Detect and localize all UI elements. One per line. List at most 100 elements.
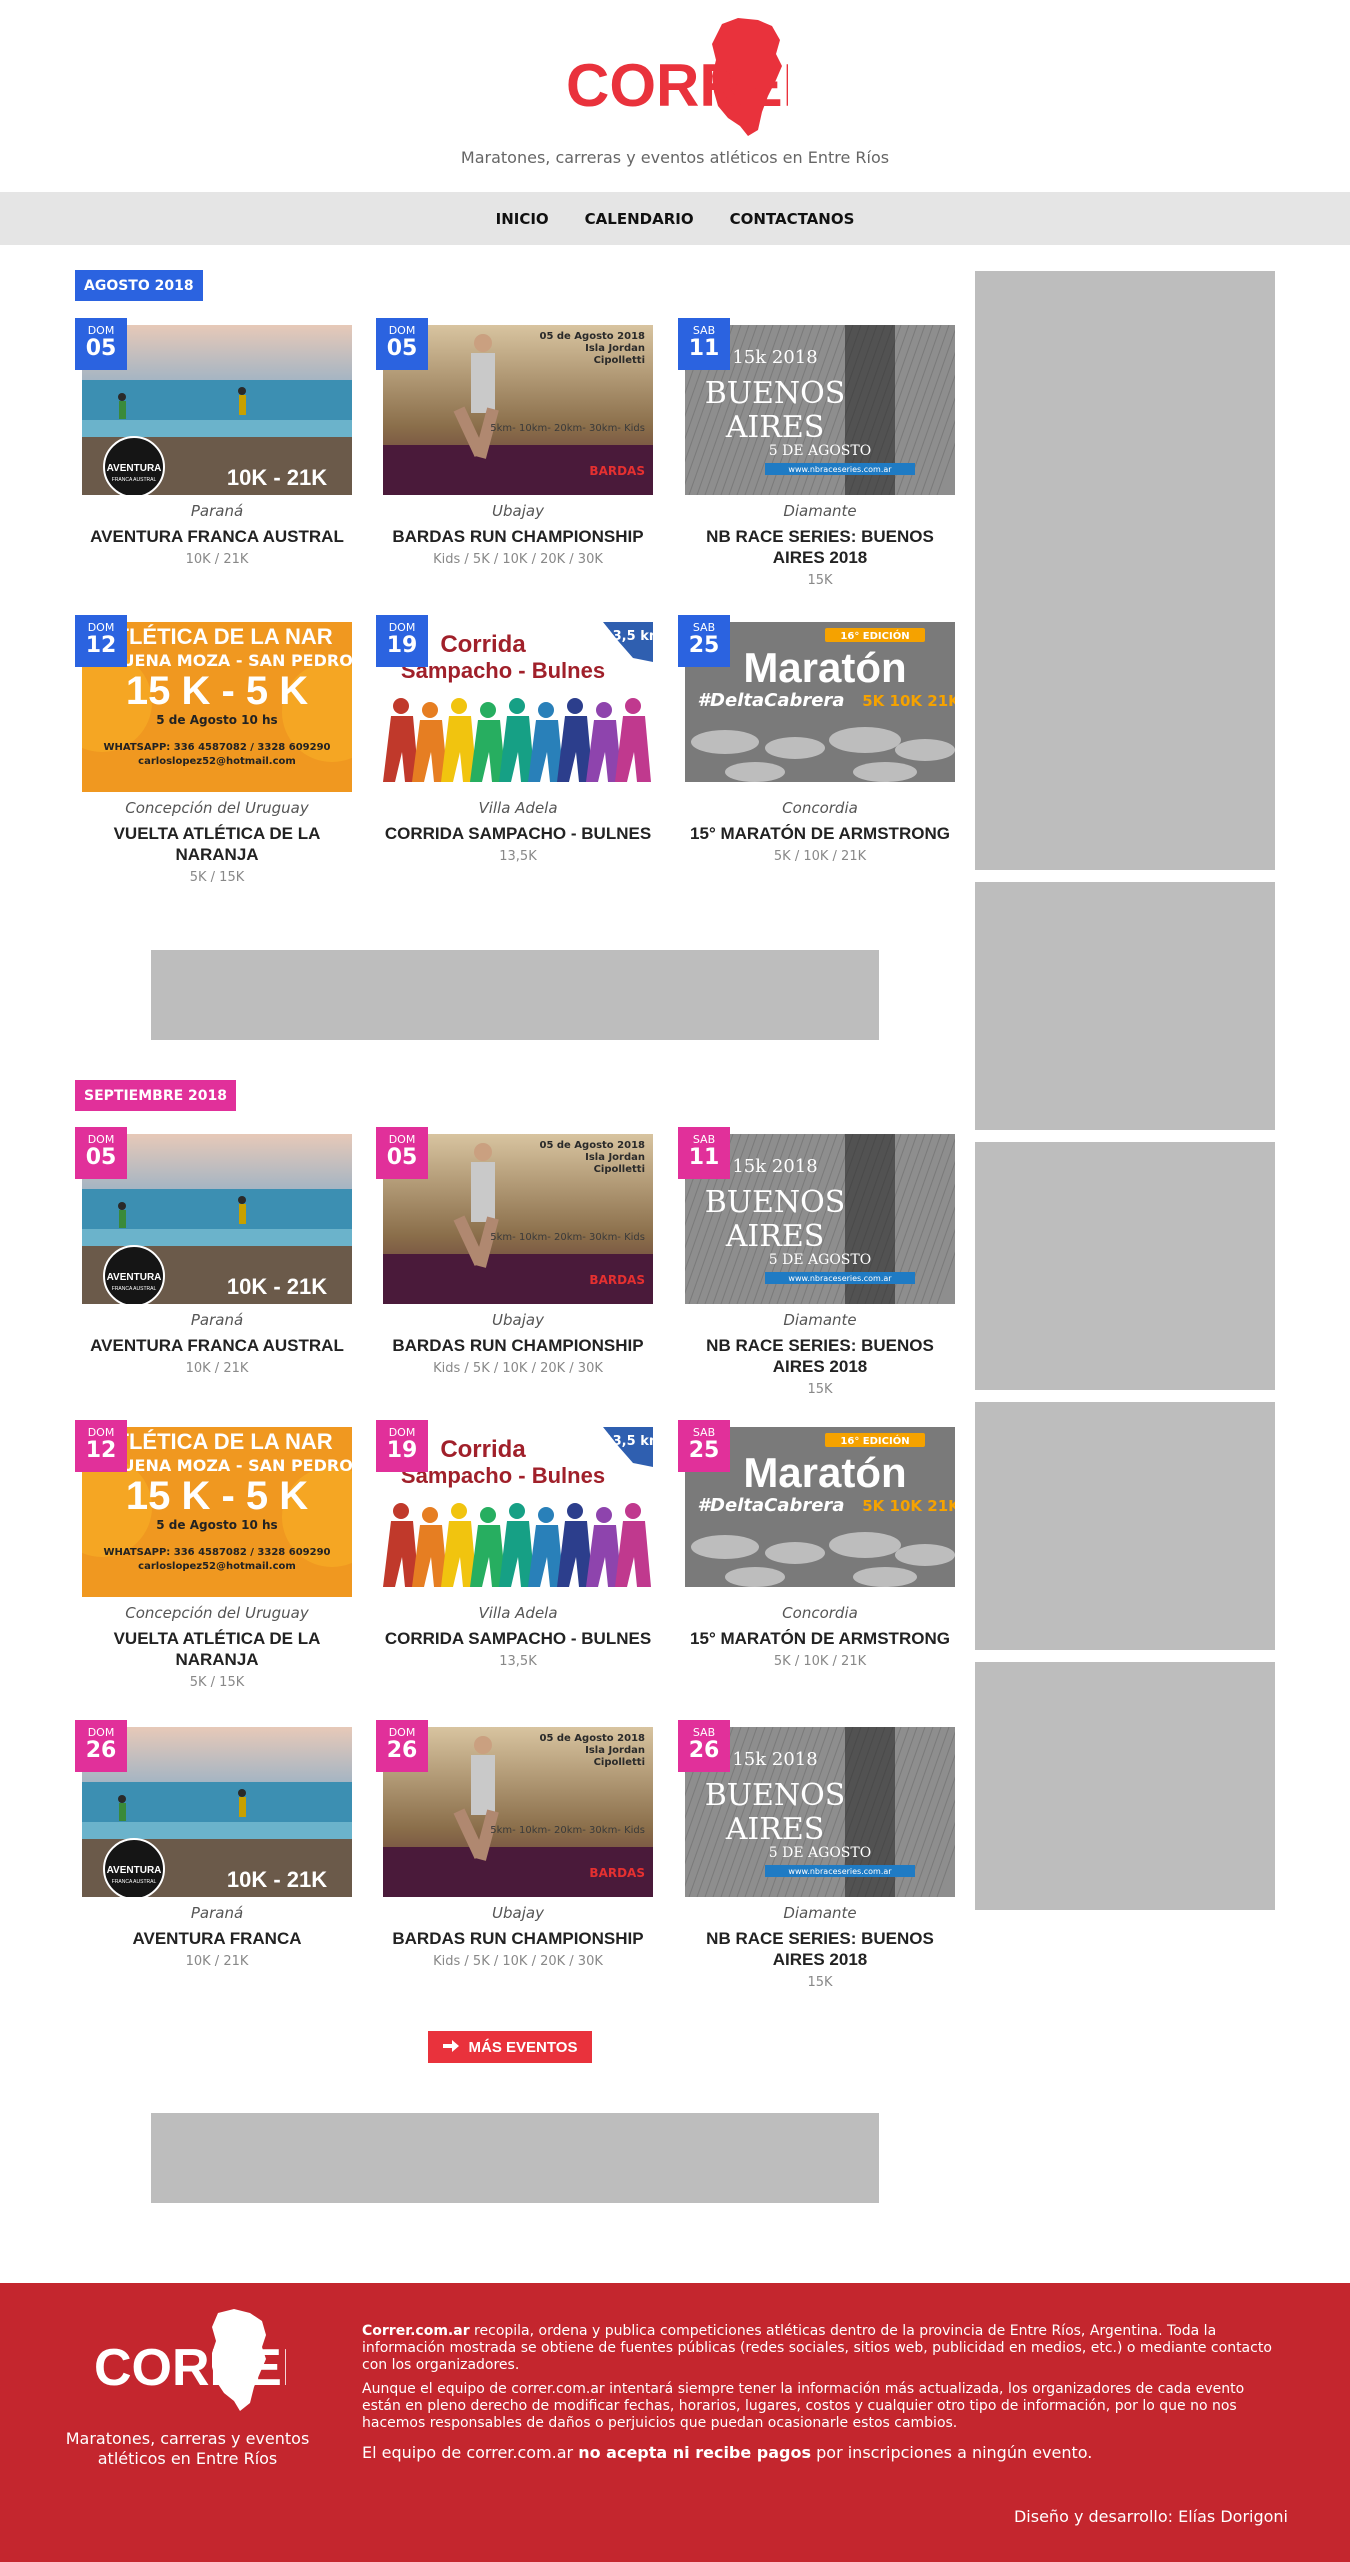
event-title[interactable]: VUELTA ATLÉTICA DE LA NARANJA bbox=[82, 1628, 352, 1670]
ad-sidebar-5[interactable] bbox=[975, 1662, 1275, 1910]
date-badge: SAB 11 bbox=[678, 1127, 730, 1179]
svg-text:Corrida: Corrida bbox=[440, 1436, 526, 1463]
event-title[interactable]: BARDAS RUN CHAMPIONSHIP bbox=[383, 1335, 653, 1356]
event-title[interactable]: BARDAS RUN CHAMPIONSHIP bbox=[383, 1928, 653, 1949]
event-title[interactable]: 15° MARATÓN DE ARMSTRONG bbox=[685, 1628, 955, 1649]
event-title[interactable]: CORRIDA SAMPACHO - BULNES bbox=[383, 823, 653, 844]
svg-text:15k 2018: 15k 2018 bbox=[732, 1749, 817, 1770]
footer-tagline: Maratones, carreras y eventos atléticos … bbox=[65, 2429, 310, 2468]
event-location: Diamante bbox=[783, 502, 857, 520]
day-number: 05 bbox=[85, 1145, 117, 1170]
date-badge: DOM 26 bbox=[376, 1720, 428, 1772]
svg-text:5 DE AGOSTO: 5 DE AGOSTO bbox=[769, 1252, 871, 1268]
event-distances: 15K bbox=[807, 1975, 833, 1990]
svg-text:AIRES: AIRES bbox=[725, 1812, 825, 1847]
footer-logo[interactable]: CORRER bbox=[90, 2307, 286, 2413]
event-title[interactable]: VUELTA ATLÉTICA DE LA NARANJA bbox=[82, 823, 352, 865]
svg-text:16° EDICIÓN: 16° EDICIÓN bbox=[840, 629, 909, 642]
svg-text:BUENOS: BUENOS bbox=[705, 1778, 846, 1813]
svg-text:15 K - 5 K: 15 K - 5 K bbox=[126, 669, 308, 713]
day-number: 11 bbox=[688, 336, 720, 361]
event-location: Ubajay bbox=[492, 1311, 544, 1329]
svg-text:ATLÉTICA DE LA NAR: ATLÉTICA DE LA NAR bbox=[101, 624, 332, 649]
event-distances: 15K bbox=[807, 1382, 833, 1397]
event-distances: 13,5K bbox=[499, 849, 537, 864]
event-distances: 5K / 15K bbox=[189, 1675, 245, 1690]
svg-text:AVENTURA: AVENTURA bbox=[107, 463, 162, 474]
site-header: CORRER Maratones, carreras y eventos atl… bbox=[0, 0, 1350, 192]
ad-sidebar-4[interactable] bbox=[975, 1402, 1275, 1650]
svg-text:carloslopez52@hotmail.com: carloslopez52@hotmail.com bbox=[138, 756, 296, 767]
svg-text:BUENOS: BUENOS bbox=[705, 376, 846, 411]
event-title[interactable]: BARDAS RUN CHAMPIONSHIP bbox=[383, 526, 653, 547]
event-title[interactable]: AVENTURA FRANCA AUSTRAL bbox=[82, 526, 352, 547]
event-title[interactable]: 15° MARATÓN DE ARMSTRONG bbox=[685, 823, 955, 844]
nav-inicio[interactable]: INICIO bbox=[494, 210, 551, 228]
date-badge: DOM 05 bbox=[376, 318, 428, 370]
svg-text:05 de Agosto 2018: 05 de Agosto 2018 bbox=[539, 1140, 645, 1151]
svg-text:ATLÉTICA DE LA NAR: ATLÉTICA DE LA NAR bbox=[101, 1429, 332, 1454]
date-badge: DOM 05 bbox=[376, 1127, 428, 1179]
day-number: 26 bbox=[688, 1738, 720, 1763]
more-events-button[interactable]: MÁS EVENTOS bbox=[428, 2031, 592, 2063]
more-events-label: MÁS EVENTOS bbox=[468, 2038, 578, 2056]
svg-text:AVENTURA: AVENTURA bbox=[107, 1272, 162, 1283]
month-header: SEPTIEMBRE 2018 bbox=[75, 1080, 237, 1111]
svg-text:#DeltaCabrera: #DeltaCabrera bbox=[698, 690, 845, 711]
event-distances: 10K / 21K bbox=[185, 552, 249, 567]
day-number: 05 bbox=[386, 336, 418, 361]
nav-calendario[interactable]: CALENDARIO bbox=[583, 210, 696, 228]
event-distances: 5K / 10K / 21K bbox=[773, 849, 867, 864]
svg-text:5K 10K 21K: 5K 10K 21K bbox=[862, 1497, 955, 1515]
day-number: 05 bbox=[386, 1145, 418, 1170]
svg-text:5 DE AGOSTO: 5 DE AGOSTO bbox=[769, 1845, 871, 1861]
ad-sidebar-2[interactable] bbox=[975, 882, 1275, 1130]
svg-text:15 K - 5 K: 15 K - 5 K bbox=[126, 1474, 308, 1518]
event-title[interactable]: AVENTURA FRANCA AUSTRAL bbox=[82, 1335, 352, 1356]
svg-text:CORRER: CORRER bbox=[566, 52, 788, 119]
date-badge: DOM 12 bbox=[75, 1420, 127, 1472]
svg-text:Cipolletti: Cipolletti bbox=[594, 1757, 645, 1768]
event-location: Ubajay bbox=[492, 1904, 544, 1922]
event-title[interactable]: AVENTURA FRANCA bbox=[82, 1928, 352, 1949]
svg-text:www.nbraceseries.com.ar: www.nbraceseries.com.ar bbox=[788, 1867, 892, 1876]
svg-text:16° EDICIÓN: 16° EDICIÓN bbox=[840, 1434, 909, 1447]
event-location: Concordia bbox=[782, 1604, 858, 1622]
ad-banner-2[interactable] bbox=[151, 2113, 879, 2203]
month-header: AGOSTO 2018 bbox=[75, 270, 203, 301]
site-footer: CORRER Maratones, carreras y eventos atl… bbox=[0, 2283, 1350, 2562]
svg-text:BARDAS: BARDAS bbox=[589, 1273, 645, 1287]
event-location: Diamante bbox=[783, 1311, 857, 1329]
footer-payment-note: El equipo de correr.com.ar no acepta ni … bbox=[362, 2443, 1093, 2462]
svg-text:5 DE AGOSTO: 5 DE AGOSTO bbox=[769, 443, 871, 459]
correr-logo[interactable]: CORRER bbox=[562, 14, 788, 138]
date-badge: SAB 25 bbox=[678, 615, 730, 667]
ad-sidebar-3[interactable] bbox=[975, 1142, 1275, 1390]
svg-text:5 de Agosto 10 hs: 5 de Agosto 10 hs bbox=[156, 713, 277, 727]
event-distances: 10K / 21K bbox=[185, 1361, 249, 1376]
event-distances: 5K / 15K bbox=[189, 870, 245, 885]
event-title[interactable]: CORRIDA SAMPACHO - BULNES bbox=[383, 1628, 653, 1649]
event-location: Concepción del Uruguay bbox=[125, 1604, 309, 1622]
event-location: Diamante bbox=[783, 1904, 857, 1922]
svg-text:www.nbraceseries.com.ar: www.nbraceseries.com.ar bbox=[788, 1274, 892, 1283]
event-title[interactable]: NB RACE SERIES: BUENOS AIRES 2018 bbox=[685, 526, 955, 568]
day-number: 25 bbox=[688, 1438, 720, 1463]
svg-text:10K - 21K: 10K - 21K bbox=[227, 1274, 327, 1299]
svg-text:10K - 21K: 10K - 21K bbox=[227, 1867, 327, 1892]
date-badge: DOM 26 bbox=[75, 1720, 127, 1772]
svg-text:5K 10K 21K: 5K 10K 21K bbox=[862, 692, 955, 710]
svg-text:13,5 km: 13,5 km bbox=[604, 629, 653, 644]
date-badge: DOM 05 bbox=[75, 1127, 127, 1179]
ad-banner-1[interactable] bbox=[151, 950, 879, 1040]
nav-contactanos[interactable]: CONTACTANOS bbox=[728, 210, 857, 228]
day-number: 12 bbox=[85, 1438, 117, 1463]
footer-about: Correr.com.ar recopila, ordena y publica… bbox=[362, 2323, 1272, 2439]
ad-sidebar-1[interactable] bbox=[975, 271, 1275, 870]
footer-p1: recopila, ordena y publica competiciones… bbox=[362, 2323, 1272, 2373]
event-title[interactable]: NB RACE SERIES: BUENOS AIRES 2018 bbox=[685, 1928, 955, 1970]
event-distances: Kids / 5K / 10K / 20K / 30K bbox=[433, 1361, 603, 1376]
svg-text:Maratón: Maratón bbox=[743, 644, 906, 691]
event-title[interactable]: NB RACE SERIES: BUENOS AIRES 2018 bbox=[685, 1335, 955, 1377]
footer-credit[interactable]: Diseño y desarrollo: Elías Dorigoni bbox=[1014, 2507, 1288, 2526]
